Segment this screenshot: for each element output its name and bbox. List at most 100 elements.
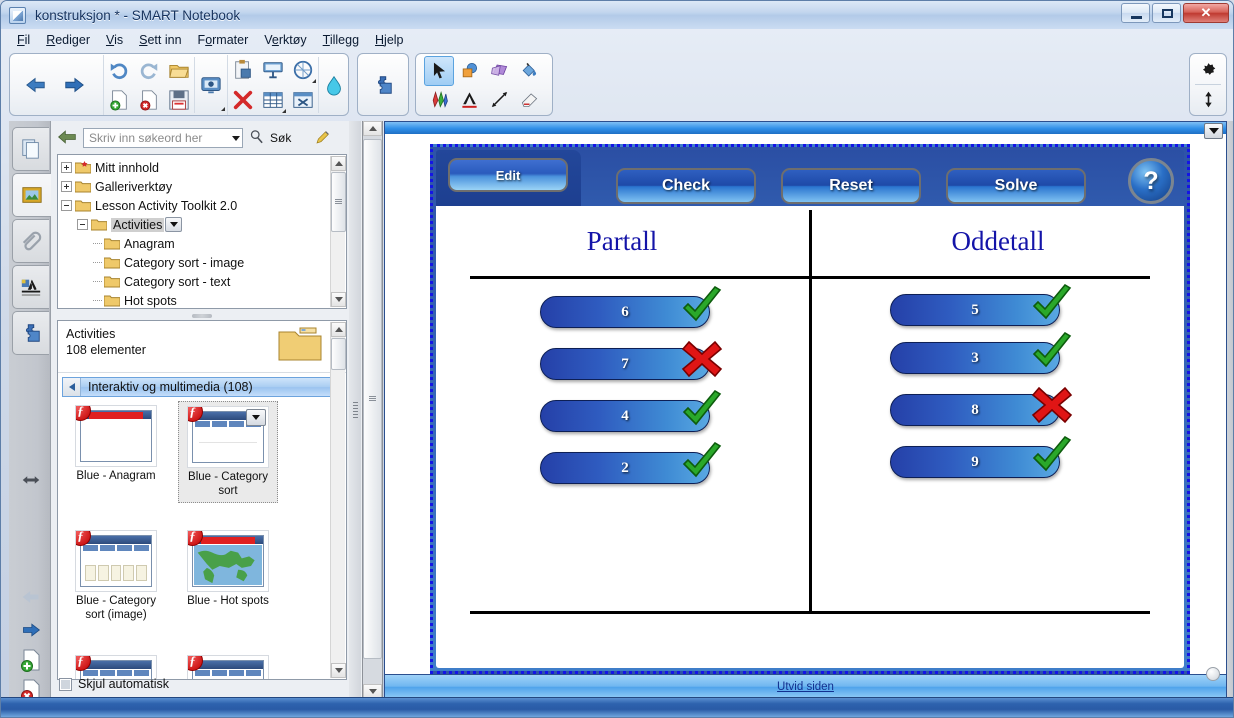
- answer-pill-value: 2: [621, 459, 629, 476]
- expander-icon[interactable]: [77, 219, 88, 230]
- magnifier-icon[interactable]: [249, 129, 264, 147]
- screen-shade-button[interactable]: [194, 56, 227, 113]
- close-button[interactable]: ✕: [1183, 3, 1229, 23]
- screen-capture-button[interactable]: [258, 55, 288, 85]
- canvas-workspace[interactable]: Edit Check Reset Solve ? Partall Oddetal…: [384, 121, 1227, 699]
- sidebar-tab-addons[interactable]: [12, 311, 49, 355]
- add-page-button[interactable]: [104, 85, 134, 115]
- pens-tool[interactable]: [424, 85, 454, 115]
- table-button[interactable]: [258, 85, 288, 115]
- full-screen-button[interactable]: [288, 85, 318, 115]
- tree-item[interactable]: Galleriverktøy: [61, 177, 329, 196]
- shapes-tool[interactable]: [454, 56, 484, 86]
- gallery-thumb-category-sort-image[interactable]: ƒ Blue - Category sort (image): [66, 526, 166, 626]
- workspace-scrollbar[interactable]: [363, 121, 383, 699]
- scroll-thumb[interactable]: [363, 139, 382, 659]
- page-back-button[interactable]: [17, 583, 45, 611]
- scroll-down-button[interactable]: [331, 663, 346, 678]
- resize-panel-button[interactable]: [17, 466, 45, 494]
- menu-sett-inn[interactable]: Sett inn: [132, 31, 188, 49]
- search-input[interactable]: Skriv inn søkeord her: [83, 128, 243, 148]
- menu-verktoy[interactable]: Verktøy: [257, 31, 313, 49]
- clear-page-button[interactable]: [228, 85, 258, 115]
- chevron-down-icon[interactable]: [232, 135, 240, 141]
- tree-item[interactable]: Category sort - image: [61, 253, 329, 272]
- save-button[interactable]: [164, 85, 194, 115]
- back-arrow-icon[interactable]: [57, 129, 77, 148]
- scroll-up-button[interactable]: [331, 156, 346, 171]
- expander-icon[interactable]: [61, 181, 72, 192]
- gallery-thumb-anagram[interactable]: ƒ Blue - Anagram: [66, 401, 166, 487]
- fill-color-button[interactable]: [318, 56, 348, 113]
- gallery-thumb-category-sort[interactable]: ƒ Blue - Category sort: [178, 401, 278, 503]
- pen-tool-icon[interactable]: [315, 129, 331, 148]
- tree-item[interactable]: Anagram: [61, 234, 329, 253]
- gallery-category-bar[interactable]: Interaktiv og multimedia (108): [62, 377, 332, 397]
- paste-clipboard-button[interactable]: [228, 55, 258, 85]
- sidebar-tab-gallery[interactable]: [12, 173, 51, 217]
- menu-vis[interactable]: Vis: [99, 31, 130, 49]
- scroll-up-button[interactable]: [363, 121, 382, 136]
- menu-rediger[interactable]: Rediger: [39, 31, 97, 49]
- gallery-thumb-row3-right[interactable]: ƒ: [178, 651, 278, 679]
- page-forward-button[interactable]: [17, 616, 45, 644]
- undo-button[interactable]: [104, 55, 134, 85]
- gallery-scrollbar[interactable]: [330, 322, 346, 678]
- polygon-tool[interactable]: [484, 56, 514, 86]
- sidebar-tab-attachments[interactable]: [12, 219, 49, 263]
- add-ons-button[interactable]: [367, 57, 399, 113]
- tree-item[interactable]: Lesson Activity Toolkit 2.0: [61, 196, 329, 215]
- measurement-tools-button[interactable]: [288, 55, 318, 85]
- sidebar-tab-pages[interactable]: [12, 127, 49, 171]
- activity-widget[interactable]: Edit Check Reset Solve ? Partall Oddetal…: [430, 144, 1190, 674]
- sidebar-tab-properties[interactable]: [12, 265, 49, 309]
- workspace-splitter[interactable]: [349, 121, 361, 699]
- page-dropdown-button[interactable]: [1204, 123, 1223, 139]
- toolbar-settings-button[interactable]: [1190, 54, 1226, 84]
- reset-button[interactable]: Reset: [781, 168, 921, 204]
- check-button[interactable]: Check: [616, 168, 756, 204]
- move-toolbar-button[interactable]: [1190, 85, 1226, 115]
- maximize-button[interactable]: [1152, 3, 1181, 23]
- tree-item-dropdown-button[interactable]: [165, 217, 183, 232]
- redo-button[interactable]: [134, 55, 164, 85]
- collapse-triangle-icon[interactable]: [63, 378, 81, 396]
- scroll-thumb[interactable]: [331, 172, 346, 232]
- line-tool[interactable]: [484, 85, 514, 115]
- delete-page-button[interactable]: [134, 85, 164, 115]
- gallery-thumb-row3-left[interactable]: ƒ: [66, 651, 166, 679]
- menu-hjelp[interactable]: Hjelp: [368, 31, 411, 49]
- solve-button[interactable]: Solve: [946, 168, 1086, 204]
- auto-hide-option[interactable]: Skjul automatisk: [59, 677, 169, 691]
- menu-fil[interactable]: Fil: [10, 31, 37, 49]
- tree-item-activities[interactable]: Activities: [61, 215, 329, 234]
- text-tool[interactable]: [454, 85, 484, 115]
- tree-item[interactable]: Category sort - text: [61, 272, 329, 291]
- expander-icon[interactable]: [61, 200, 72, 211]
- scroll-up-button[interactable]: [331, 322, 346, 337]
- menu-tillegg[interactable]: Tillegg: [316, 31, 366, 49]
- fill-tool[interactable]: [514, 56, 544, 86]
- new-page-button[interactable]: [17, 646, 45, 674]
- minimize-button[interactable]: [1121, 3, 1150, 23]
- edit-tab[interactable]: Edit: [448, 158, 568, 192]
- tree-item[interactable]: Hot spots: [61, 291, 329, 308]
- help-button[interactable]: ?: [1128, 158, 1174, 204]
- eraser-tool[interactable]: [514, 85, 544, 115]
- resize-handle[interactable]: [1206, 667, 1220, 681]
- auto-hide-checkbox[interactable]: [59, 677, 72, 691]
- scroll-down-button[interactable]: [331, 292, 346, 307]
- expander-icon[interactable]: [61, 162, 72, 173]
- expand-page-link[interactable]: Utvid siden: [777, 681, 834, 693]
- previous-page-button[interactable]: [24, 57, 48, 113]
- thumbnail-dropdown-button[interactable]: [246, 409, 266, 426]
- next-page-button[interactable]: [62, 57, 86, 113]
- gallery-thumb-hot-spots[interactable]: ƒ Blue - Hot spots: [178, 526, 278, 612]
- scroll-thumb[interactable]: [331, 338, 346, 370]
- open-file-button[interactable]: [164, 55, 194, 85]
- tree-item[interactable]: Mitt innhold: [61, 158, 329, 177]
- tree-scrollbar[interactable]: [330, 156, 346, 307]
- select-tool[interactable]: [424, 55, 454, 86]
- menu-formater[interactable]: Formater: [191, 31, 256, 49]
- search-button-label[interactable]: Søk: [270, 131, 291, 145]
